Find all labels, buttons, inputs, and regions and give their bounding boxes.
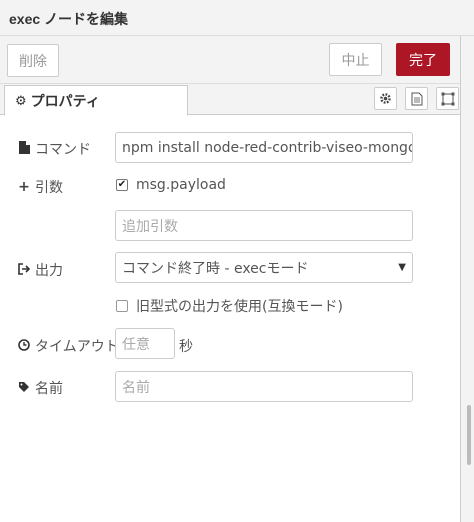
extra-args-input[interactable]: 追加引数 bbox=[115, 210, 413, 241]
command-input[interactable]: npm install node-red-contrib-viseo-mongo… bbox=[115, 132, 413, 163]
append-payload-checkbox[interactable]: ✔ bbox=[116, 179, 128, 191]
tab-properties-label: プロパティ bbox=[30, 92, 100, 109]
tray-toolbar bbox=[0, 36, 460, 84]
tab-settings-icon-button[interactable] bbox=[374, 87, 397, 110]
legacy-output-checkbox[interactable] bbox=[116, 300, 128, 312]
file-icon bbox=[18, 141, 30, 157]
scrollbar-thumb[interactable] bbox=[467, 405, 471, 465]
output-label-text: 出力 bbox=[35, 263, 63, 279]
done-button[interactable]: 完了 bbox=[396, 43, 450, 76]
args-label-text: 引数 bbox=[35, 180, 63, 196]
name-input[interactable]: 名前 bbox=[115, 371, 413, 402]
tray-scrollbar[interactable] bbox=[460, 0, 474, 522]
appearance-icon bbox=[441, 92, 454, 105]
name-label: 名前 bbox=[18, 378, 63, 398]
gear-icon bbox=[380, 93, 391, 104]
output-label: 出力 bbox=[18, 260, 63, 280]
tab-description-icon-button[interactable] bbox=[405, 87, 428, 110]
chevron-down-icon: ▼ bbox=[398, 262, 406, 273]
append-payload-label: msg.payload bbox=[136, 177, 226, 193]
tray-header: exec ノードを編集 bbox=[0, 0, 474, 36]
timeout-unit: 秒 bbox=[179, 339, 193, 355]
timeout-input[interactable]: 任意 bbox=[115, 328, 175, 359]
tray-title: exec ノードを編集 bbox=[9, 11, 129, 27]
timeout-label-text: タイムアウト bbox=[35, 339, 119, 355]
command-label-text: コマンド bbox=[35, 142, 91, 158]
clock-icon bbox=[18, 338, 30, 354]
output-mode-selected: コマンド終了時 - execモード bbox=[122, 260, 309, 277]
gear-icon: ⚙ bbox=[15, 92, 27, 108]
delete-button[interactable]: 削除 bbox=[7, 44, 59, 77]
plus-icon: + bbox=[18, 179, 30, 195]
description-icon bbox=[411, 92, 422, 105]
cancel-button[interactable]: 中止 bbox=[329, 43, 382, 76]
timeout-label: タイムアウト bbox=[18, 336, 119, 356]
append-payload-checkbox-row[interactable]: ✔ msg.payload bbox=[116, 177, 226, 193]
tab-properties[interactable]: ⚙ プロパティ bbox=[4, 85, 188, 116]
command-label: コマンド bbox=[18, 139, 91, 159]
output-mode-select[interactable]: コマンド終了時 - execモード ▼ bbox=[115, 252, 413, 283]
name-label-text: 名前 bbox=[35, 381, 63, 397]
args-label: + 引数 bbox=[18, 177, 63, 197]
tag-icon bbox=[18, 381, 30, 396]
sign-out-icon bbox=[18, 262, 31, 278]
tab-appearance-icon-button[interactable] bbox=[436, 87, 459, 110]
legacy-output-checkbox-row[interactable]: 旧型式の出力を使用(互換モード) bbox=[116, 296, 343, 316]
legacy-output-label: 旧型式の出力を使用(互換モード) bbox=[136, 299, 343, 315]
